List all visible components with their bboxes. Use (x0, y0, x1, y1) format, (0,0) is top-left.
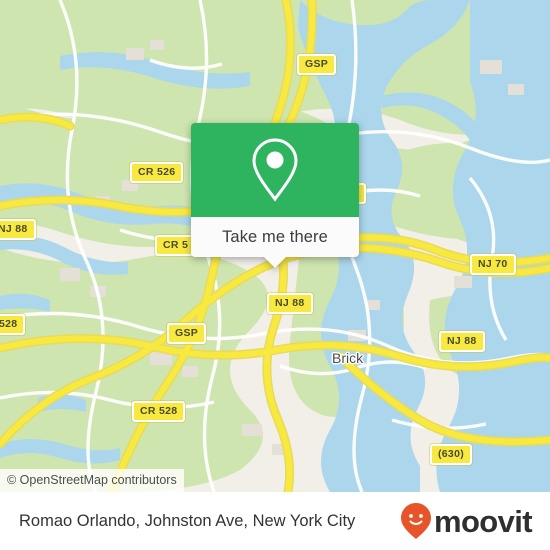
map-attribution[interactable]: © OpenStreetMap contributors (0, 469, 184, 492)
moovit-map-screenshot: Brick GSP CR 526 2) NJ 88 CR 5 NJ 70 NJ … (0, 0, 550, 550)
location-popup-card[interactable]: Take me there (191, 123, 359, 268)
footer-bar: Romao Orlando, Johnston Ave, New York Ci… (0, 492, 550, 550)
road-shield[interactable]: CR 528 (132, 401, 186, 422)
road-shield[interactable]: NJ 88 (267, 293, 313, 314)
popup-pointer-tail (264, 257, 286, 268)
road-shield[interactable]: 528 (0, 314, 26, 335)
map-place-label-brick: Brick (332, 350, 364, 366)
road-shield[interactable]: GSP (297, 54, 337, 75)
road-shield[interactable]: NJ 88 (439, 331, 485, 352)
road-shield[interactable]: (630) (430, 444, 473, 465)
map-pin-icon (247, 136, 303, 204)
popup-header (191, 123, 359, 217)
location-title: Romao Orlando, Johnston Ave, New York Ci… (19, 512, 356, 530)
popup-footer[interactable]: Take me there (191, 217, 359, 268)
road-shield[interactable]: CR 526 (130, 162, 184, 183)
road-shield[interactable]: NJ 88 (0, 219, 36, 240)
moovit-wordmark: moovit (433, 503, 533, 539)
moovit-smiley-pin-icon (400, 502, 432, 540)
moovit-logo[interactable]: moovit (400, 502, 533, 540)
road-shield[interactable]: CR 5 (155, 235, 197, 256)
road-shield[interactable]: GSP (167, 323, 207, 344)
road-shield[interactable]: NJ 70 (470, 254, 516, 275)
take-me-there-button[interactable]: Take me there (222, 228, 328, 246)
